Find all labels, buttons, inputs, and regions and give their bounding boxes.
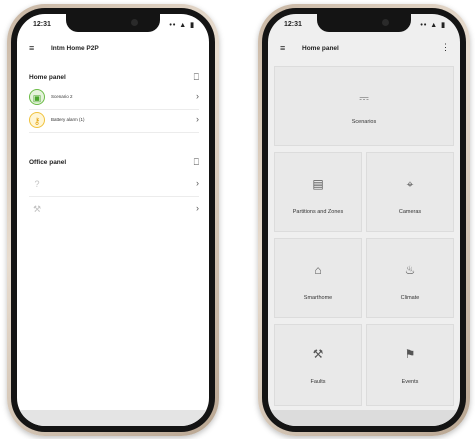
left-phone: 12:31 •• ▲ ▮ ≡ Intm Home P2P Home panel … <box>7 4 219 436</box>
tile-label: Partitions and Zones <box>292 209 344 215</box>
list-item-unknown[interactable]: ? › <box>29 176 199 194</box>
key-icon: ⚷ <box>29 112 45 128</box>
tile-label: Climate <box>400 295 420 301</box>
camera-dot <box>131 19 138 26</box>
list-item-label: Scenario 2 <box>51 94 73 99</box>
tile-label: Cameras <box>398 209 422 215</box>
section-title-office: Office panel <box>29 159 67 166</box>
phone-notch <box>66 14 160 32</box>
tool-icon: ⚒ <box>32 204 42 214</box>
divider <box>29 196 199 197</box>
list-item-tool[interactable]: ⚒ › <box>29 201 199 219</box>
tile-label: Scenarios <box>351 119 377 125</box>
clapperboard-icon: ⎓ <box>359 91 369 105</box>
chevron-right-icon: › <box>196 91 199 101</box>
status-icons: •• ▲ ▮ <box>169 22 195 29</box>
list-item-battery-alarm[interactable]: ⚷ Battery alarm (1) › <box>29 112 199 130</box>
wrench-icon: ⚒ <box>312 347 324 361</box>
app-title: Intm Home P2P <box>51 45 99 52</box>
phone-notch <box>317 14 411 32</box>
divider <box>29 132 199 133</box>
list-item-scenario[interactable]: ▣ Scenario 2 › <box>29 89 199 107</box>
house-icon: ⌂ <box>314 263 322 277</box>
section-title-home: Home panel <box>29 74 66 81</box>
tile-cameras[interactable]: ⌖ Cameras <box>366 152 454 232</box>
tile-smarthome[interactable]: ⌂ Smarthome <box>274 238 362 318</box>
phone-bezel: 12:31 •• ▲ ▮ ≡ Home panel ⋮ ⎓ Scenarios … <box>262 8 466 432</box>
divider <box>29 109 199 110</box>
tile-events[interactable]: ⚑ Events <box>366 324 454 406</box>
tile-faults[interactable]: ⚒ Faults <box>274 324 362 406</box>
chevron-right-icon: › <box>196 114 199 124</box>
tile-label: Smarthome <box>303 295 333 301</box>
home-indicator-bar <box>17 410 209 426</box>
status-time: 12:31 <box>33 21 51 28</box>
more-options-icon[interactable]: ⋮ <box>441 42 450 53</box>
scenario-icon: ▣ <box>29 89 45 105</box>
app-bar: ≡ Intm Home P2P <box>17 38 209 60</box>
chevron-right-icon: › <box>196 178 199 188</box>
tile-partitions-zones[interactable]: ▤ Partitions and Zones <box>274 152 362 232</box>
partition-icon: ▤ <box>312 177 324 191</box>
phone-bezel: 12:31 •• ▲ ▮ ≡ Intm Home P2P Home panel … <box>11 8 215 432</box>
megaphone-icon: ⚑ <box>404 347 416 361</box>
status-time: 12:31 <box>284 21 302 28</box>
chevron-right-icon: › <box>196 203 199 213</box>
question-icon: ? <box>34 179 40 189</box>
menu-icon[interactable]: ≡ <box>280 43 285 53</box>
home-panel-screen: 12:31 •• ▲ ▮ ≡ Home panel ⋮ ⎓ Scenarios … <box>268 14 460 426</box>
panel-icon[interactable]: ⎕ <box>194 72 199 83</box>
app-title: Home panel <box>302 45 339 52</box>
thermometer-icon: ♨ <box>404 263 416 277</box>
status-icons: •• ▲ ▮ <box>420 22 446 29</box>
tile-label: Faults <box>310 379 326 385</box>
camera-dot <box>382 19 389 26</box>
tile-climate[interactable]: ♨ Climate <box>366 238 454 318</box>
menu-icon[interactable]: ≡ <box>29 43 34 53</box>
tile-label: Events <box>401 379 419 385</box>
home-indicator-bar <box>268 410 460 426</box>
app-bar: ≡ Home panel ⋮ <box>268 38 460 60</box>
camera-icon: ⌖ <box>406 177 414 191</box>
list-item-label: Battery alarm (1) <box>51 117 85 122</box>
site-list-screen: 12:31 •• ▲ ▮ ≡ Intm Home P2P Home panel … <box>17 14 209 426</box>
panel-icon[interactable]: ⎕ <box>194 157 199 168</box>
right-phone: 12:31 •• ▲ ▮ ≡ Home panel ⋮ ⎓ Scenarios … <box>258 4 470 436</box>
tile-scenarios[interactable]: ⎓ Scenarios <box>274 66 454 146</box>
